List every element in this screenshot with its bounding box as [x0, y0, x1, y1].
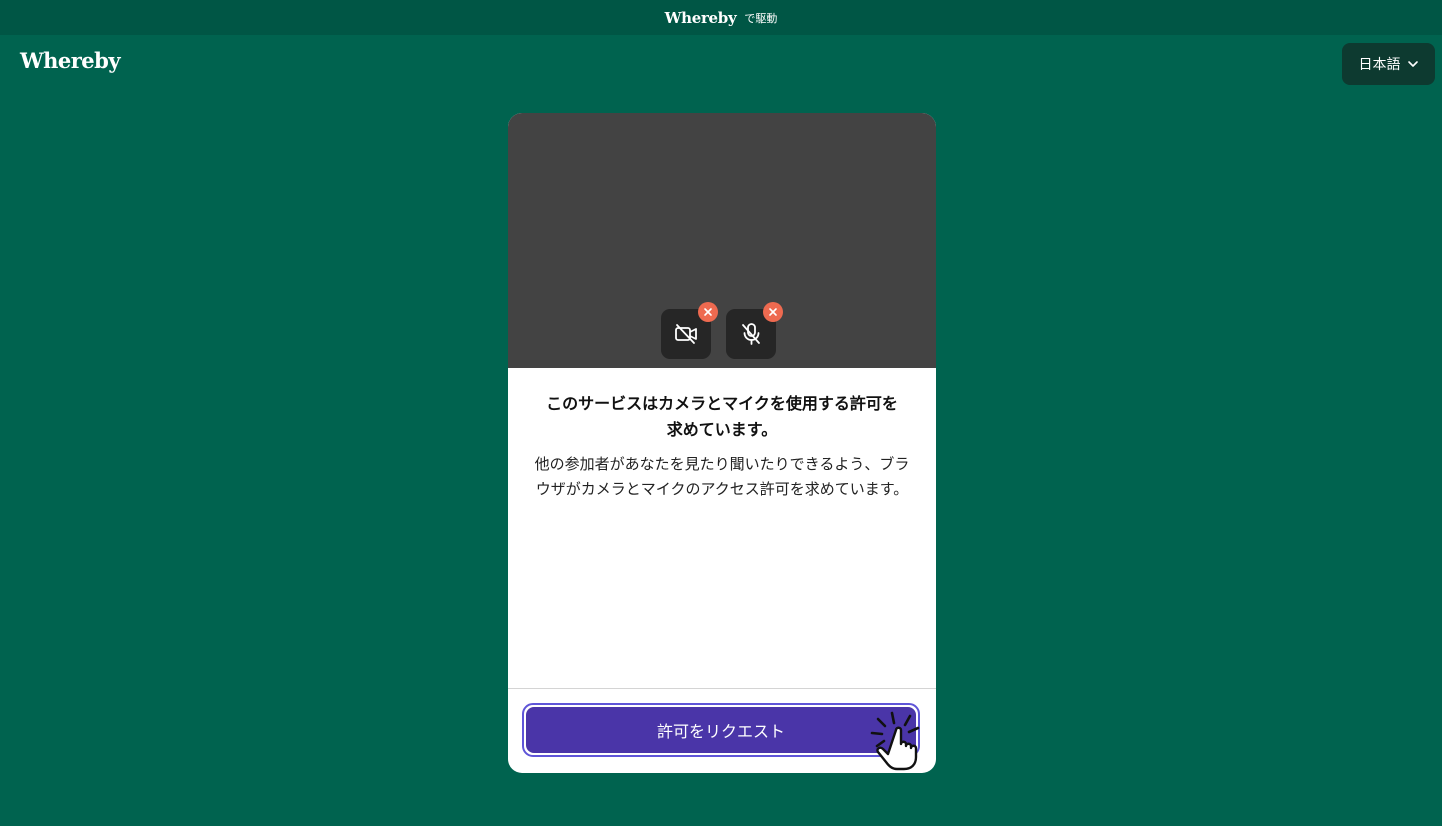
self-view-preview [508, 113, 936, 368]
camera-toggle-button[interactable] [661, 302, 718, 359]
microphone-toggle-button[interactable] [726, 302, 783, 359]
mic-off-icon [742, 323, 760, 345]
language-selector-button[interactable]: 日本語 [1342, 43, 1435, 85]
permission-description: 他の参加者があなたを見たり聞いたりできるよう、ブラウザがカメラとマイクのアクセス… [534, 455, 910, 498]
chevron-down-icon [1407, 61, 1418, 67]
powered-by-bar: Whereby で駆動 [0, 0, 1442, 35]
permission-card: このサービスはカメラとマイクを使用する許可を求めています。 他の参加者があなたを… [508, 113, 936, 773]
permission-title: このサービスはカメラとマイクを使用する許可を求めています。 [546, 394, 898, 439]
powered-by-text: で駆動 [744, 11, 778, 25]
close-icon [769, 308, 777, 316]
whereby-logo[interactable]: Whereby [20, 48, 121, 73]
permission-text: このサービスはカメラとマイクを使用する許可を求めています。 他の参加者があなたを… [532, 391, 912, 502]
topbar-brand-logo: Whereby [664, 8, 737, 27]
request-permission-label: 許可をリクエスト [656, 722, 785, 741]
microphone-error-badge [763, 302, 783, 322]
request-permission-button[interactable]: 許可をリクエスト [522, 703, 920, 757]
language-label: 日本語 [1358, 57, 1401, 73]
camera-error-badge [698, 302, 718, 322]
footer-divider [508, 688, 936, 689]
camera-off-icon [675, 324, 697, 344]
close-icon [704, 308, 712, 316]
